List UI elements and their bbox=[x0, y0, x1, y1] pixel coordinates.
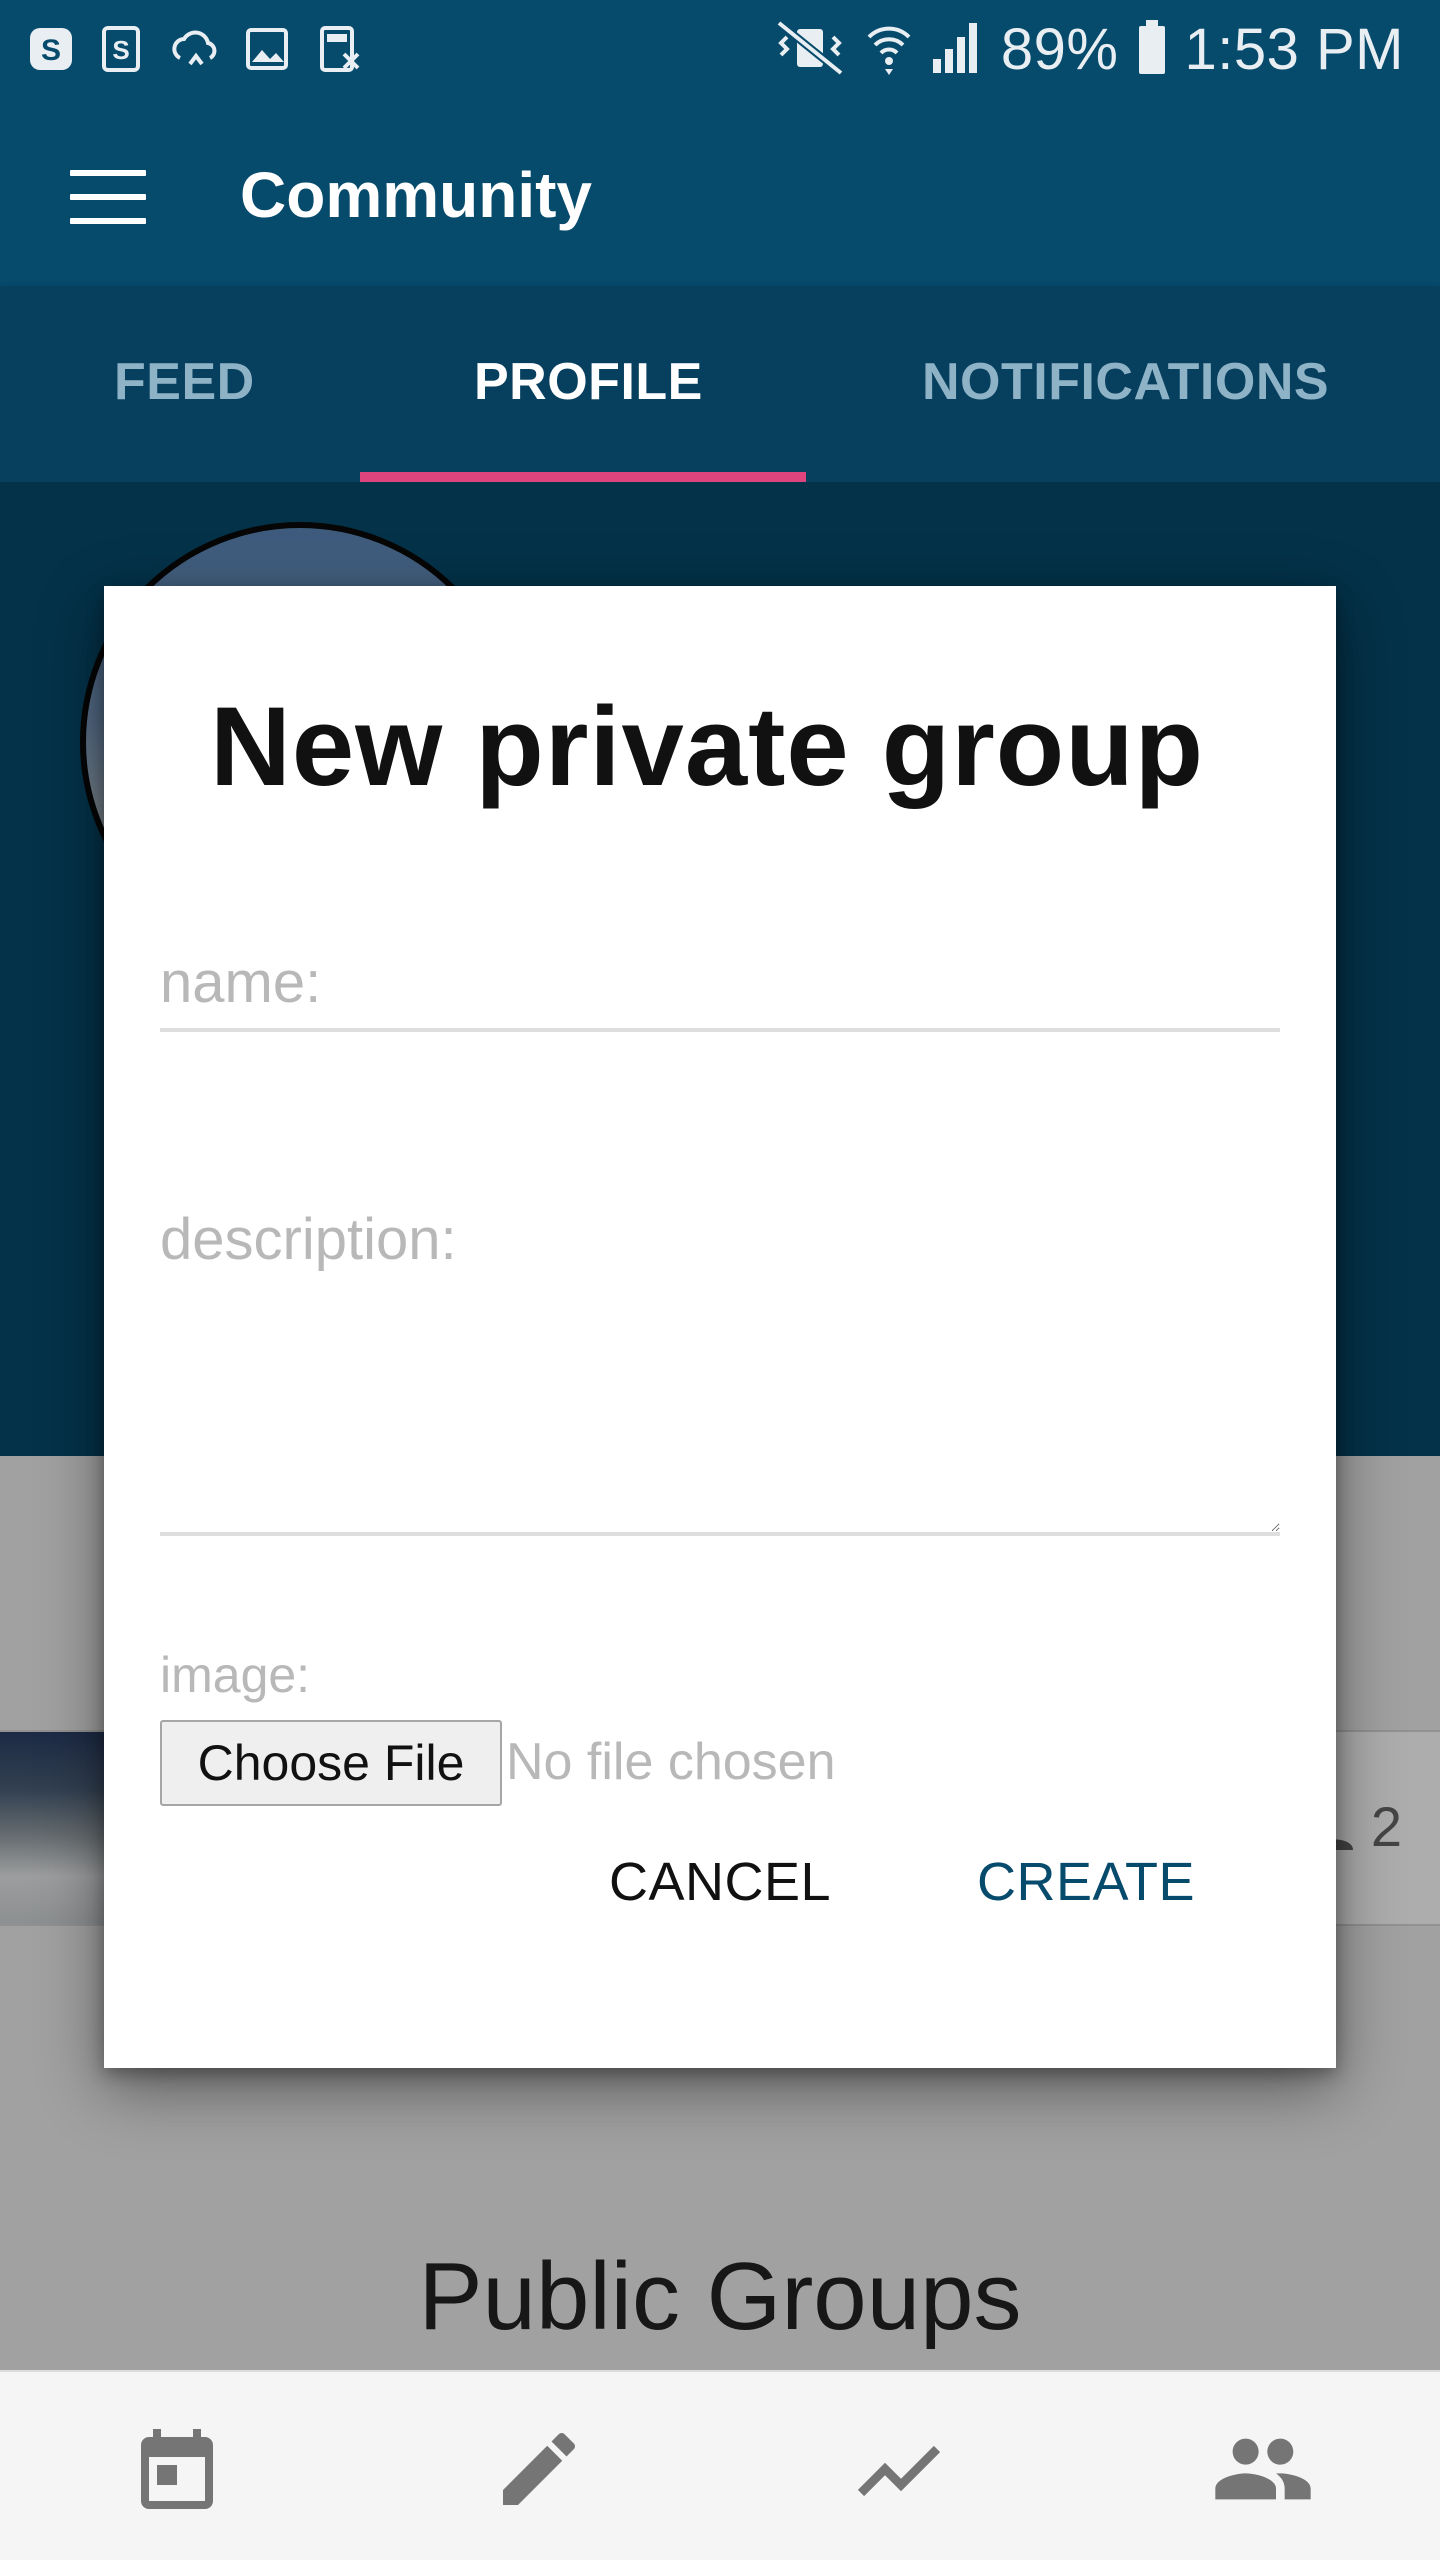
menu-icon[interactable] bbox=[70, 170, 146, 226]
calculator-icon bbox=[314, 24, 364, 74]
image-label: image: bbox=[160, 1647, 311, 1703]
cloud-sync-icon bbox=[170, 24, 220, 74]
notification-icons: S S bbox=[26, 24, 364, 74]
choose-file-button[interactable]: Choose File bbox=[160, 1720, 502, 1806]
signal-icon bbox=[931, 19, 983, 80]
group-description-input[interactable] bbox=[160, 1206, 1280, 1536]
clock: 1:53 PM bbox=[1184, 17, 1404, 82]
status-right: 89% 1:53 PM bbox=[773, 16, 1404, 83]
skype-icon: S bbox=[98, 24, 148, 74]
svg-text:S: S bbox=[41, 34, 61, 67]
image-icon bbox=[242, 24, 292, 74]
wifi-icon bbox=[865, 17, 913, 82]
group-name-input[interactable] bbox=[160, 936, 1280, 1032]
battery-percent: 89% bbox=[1000, 17, 1119, 82]
tab-feed[interactable]: FEED bbox=[114, 352, 255, 412]
bottom-nav bbox=[0, 2370, 1440, 2560]
cancel-button[interactable]: CANCEL bbox=[600, 1832, 840, 1932]
vibrate-icon bbox=[773, 17, 847, 82]
calendar-icon[interactable] bbox=[122, 2414, 232, 2524]
pencil-icon[interactable] bbox=[484, 2414, 594, 2524]
tab-indicator bbox=[360, 472, 806, 482]
app-title: Community bbox=[240, 159, 592, 231]
skype-icon: S bbox=[26, 24, 76, 74]
tab-profile[interactable]: PROFILE bbox=[474, 352, 703, 412]
app-bar: Community bbox=[0, 100, 1440, 286]
trending-icon[interactable] bbox=[846, 2414, 956, 2524]
status-bar: S S 89% 1:53 PM bbox=[0, 0, 1440, 100]
tab-bar: FEED PROFILE NOTIFICATIONS bbox=[0, 286, 1440, 482]
new-group-dialog: New private group image: Choose File No … bbox=[104, 586, 1336, 2068]
people-icon[interactable] bbox=[1208, 2414, 1318, 2524]
no-file-chosen-text: No file chosen bbox=[506, 1733, 836, 1791]
create-button[interactable]: CREATE bbox=[966, 1832, 1206, 1932]
battery-icon bbox=[1137, 18, 1167, 81]
svg-text:S: S bbox=[112, 35, 129, 65]
tab-notifications[interactable]: NOTIFICATIONS bbox=[922, 352, 1329, 412]
app-root: S S 89% 1:53 PM Community FEED PROFILE N… bbox=[0, 0, 1440, 2560]
dialog-title: New private group bbox=[210, 684, 1205, 809]
